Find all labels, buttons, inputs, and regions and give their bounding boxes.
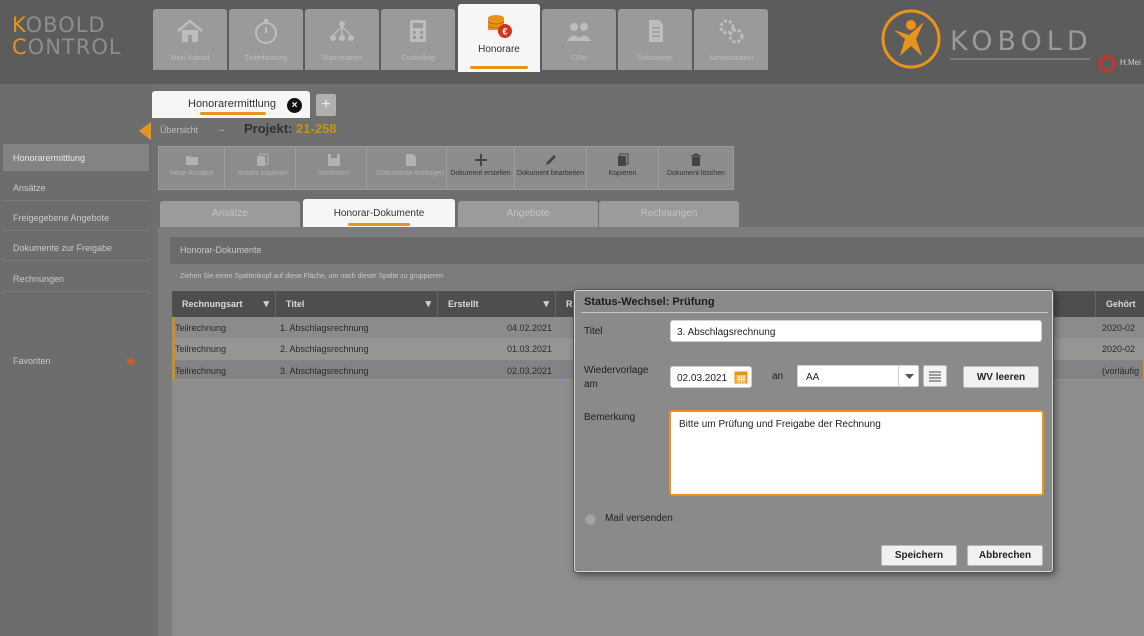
list-icon bbox=[929, 371, 941, 382]
send-mail-label: Mail versenden bbox=[605, 513, 673, 524]
copy-icon bbox=[617, 153, 628, 166]
pencil-icon bbox=[545, 155, 556, 165]
send-mail-checkbox[interactable] bbox=[585, 514, 596, 525]
breadcrumb-overview[interactable]: Übersicht bbox=[160, 125, 198, 135]
generate-documents-button[interactable]: Dokumente erzeugen bbox=[375, 147, 447, 189]
new-estimate-button[interactable]: Neue Ansätze bbox=[159, 147, 225, 189]
project-number: 21-258 bbox=[296, 121, 337, 136]
save-button[interactable]: Speichern bbox=[881, 545, 957, 566]
project-title: Projekt: 21-258 bbox=[244, 121, 337, 136]
trash-icon bbox=[691, 153, 701, 166]
nav-tab-honorare[interactable]: € Honorare bbox=[458, 4, 540, 72]
document-tab-honorarermittlung[interactable]: Honorarermittlung × bbox=[152, 91, 310, 118]
gears-icon bbox=[719, 19, 744, 44]
title-label: Titel bbox=[584, 326, 603, 337]
user-status-icon bbox=[1098, 55, 1116, 73]
user-menu[interactable]: H.Mei bbox=[1096, 54, 1144, 74]
filter-icon[interactable]: ▾ bbox=[263, 297, 269, 310]
sidebar-item-dokumente-zur-freigabe[interactable]: Dokumente zur Freigabe bbox=[3, 234, 149, 261]
home-icon bbox=[177, 19, 203, 42]
filter-icon[interactable]: ▾ bbox=[543, 297, 549, 310]
tab-underline bbox=[200, 112, 266, 115]
save-icon bbox=[327, 154, 340, 166]
nav-tab-crm[interactable]: CRM bbox=[542, 9, 616, 70]
tab-ansaetze[interactable]: Ansätze bbox=[160, 201, 300, 227]
create-document-button[interactable]: Dokument erstellen bbox=[447, 147, 515, 189]
resubmission-label: Wiedervorlage am bbox=[584, 365, 649, 390]
svg-text:€: € bbox=[502, 27, 507, 37]
copy-estimate-button[interactable]: Ansatz kopieren bbox=[230, 147, 296, 189]
brand-tagline-line bbox=[950, 58, 1090, 60]
favorites-label: Favoriten bbox=[13, 356, 51, 366]
dialog-divider bbox=[581, 312, 1048, 313]
stopwatch-icon bbox=[255, 19, 277, 44]
sidebar: Honorarermittlung Ansätze Freigegebene A… bbox=[0, 84, 152, 636]
status-change-dialog: Status-Wechsel: Prüfung Titel 3. Abschla… bbox=[574, 290, 1053, 572]
tab-honorar-dokumente[interactable]: Honorar-Dokumente bbox=[303, 199, 455, 227]
sidebar-favorites[interactable]: Favoriten bbox=[3, 347, 149, 374]
tab-underline bbox=[348, 223, 410, 226]
sidebar-item-rechnungen[interactable]: Rechnungen bbox=[3, 265, 149, 292]
chevron-down-icon[interactable] bbox=[898, 366, 919, 386]
active-tab-underline bbox=[470, 66, 528, 69]
save-button[interactable]: Speichern bbox=[301, 147, 367, 189]
app-header: KOBOLD CONTROL Mein Kobold Zeiterfassung… bbox=[0, 0, 1144, 84]
toolbar: Neue Ansätze Ansatz kopieren Speichern D… bbox=[158, 146, 734, 190]
clear-resubmission-button[interactable]: WV leeren bbox=[963, 366, 1039, 388]
sidebar-item-freigegebene-angebote[interactable]: Freigegebene Angebote bbox=[3, 204, 149, 231]
remark-textarea[interactable]: Bitte um Prüfung und Freigabe der Rechnu… bbox=[669, 410, 1044, 496]
assignee-select[interactable]: AA bbox=[797, 365, 919, 387]
sidebar-item-honorarermittlung[interactable]: Honorarermittlung bbox=[3, 144, 149, 171]
nav-tab-controlling[interactable]: Controlling bbox=[381, 9, 455, 70]
star-icon bbox=[125, 355, 137, 366]
dialog-title: Status-Wechsel: Prüfung bbox=[584, 296, 715, 308]
user-name: H.Mei bbox=[1120, 58, 1141, 67]
brand-name: KOBOLD bbox=[950, 26, 1093, 57]
calendar-icon[interactable] bbox=[734, 370, 748, 384]
document-icon bbox=[405, 154, 416, 166]
copy-document-button[interactable]: Kopieren bbox=[587, 147, 659, 189]
nav-tab-mein-kobold[interactable]: Mein Kobold bbox=[153, 9, 227, 70]
document-tab-label: Honorarermittlung bbox=[188, 98, 277, 110]
kobold-logo-icon bbox=[881, 9, 941, 69]
breadcrumb-separator: → bbox=[216, 124, 226, 135]
title-input[interactable]: 3. Abschlagsrechnung bbox=[670, 320, 1042, 342]
folder-icon bbox=[185, 156, 198, 165]
calculator-icon bbox=[410, 20, 426, 42]
add-tab-button[interactable]: + bbox=[316, 94, 336, 116]
resubmission-date-input[interactable]: 02.03.2021 bbox=[670, 366, 752, 388]
people-icon bbox=[567, 23, 591, 41]
nav-tab-stammdaten[interactable]: Stammdaten bbox=[305, 9, 379, 70]
column-header-rechnungsart[interactable]: Rechnungsart ▾ bbox=[172, 291, 276, 317]
column-header-erstellt[interactable]: Erstellt ▾ bbox=[438, 291, 556, 317]
assignee-label: an bbox=[772, 371, 784, 382]
column-header-gehoert[interactable]: Gehört bbox=[1096, 291, 1144, 317]
edit-document-button[interactable]: Dokument bearbeiten bbox=[515, 147, 587, 189]
back-arrow-icon[interactable] bbox=[139, 122, 151, 140]
remark-label: Bemerkung bbox=[584, 412, 636, 423]
close-icon[interactable]: × bbox=[287, 98, 302, 113]
panel-title: Honorar-Dokumente bbox=[180, 245, 262, 255]
nav-tab-zeiterfassung[interactable]: Zeiterfassung bbox=[229, 9, 303, 70]
delete-document-button[interactable]: Dokument löschen bbox=[659, 147, 733, 189]
document-icon bbox=[649, 20, 663, 42]
column-header-titel[interactable]: Titel ▾ bbox=[276, 291, 438, 317]
nav-tab-dokumente[interactable]: Dokumente bbox=[618, 9, 692, 70]
kobold-control-logo: KOBOLD CONTROL bbox=[12, 13, 122, 59]
panel-header: Honorar-Dokumente bbox=[170, 237, 1144, 264]
nav-tab-administration[interactable]: Administration bbox=[694, 9, 768, 70]
coins-euro-icon: € bbox=[487, 15, 512, 38]
group-by-hint: Ziehen Sie einen Spaltenkopf auf diese F… bbox=[180, 273, 444, 280]
cancel-button[interactable]: Abbrechen bbox=[967, 545, 1043, 566]
tab-rechnungen[interactable]: Rechnungen bbox=[599, 201, 739, 227]
plus-icon bbox=[474, 154, 487, 166]
tab-angebote[interactable]: Angebote bbox=[458, 201, 598, 227]
sidebar-item-ansaetze[interactable]: Ansätze bbox=[3, 174, 149, 201]
filter-icon[interactable]: ▾ bbox=[425, 297, 431, 310]
hierarchy-icon bbox=[330, 21, 354, 41]
copy-icon bbox=[256, 153, 268, 166]
list-picker-button[interactable] bbox=[923, 365, 947, 387]
